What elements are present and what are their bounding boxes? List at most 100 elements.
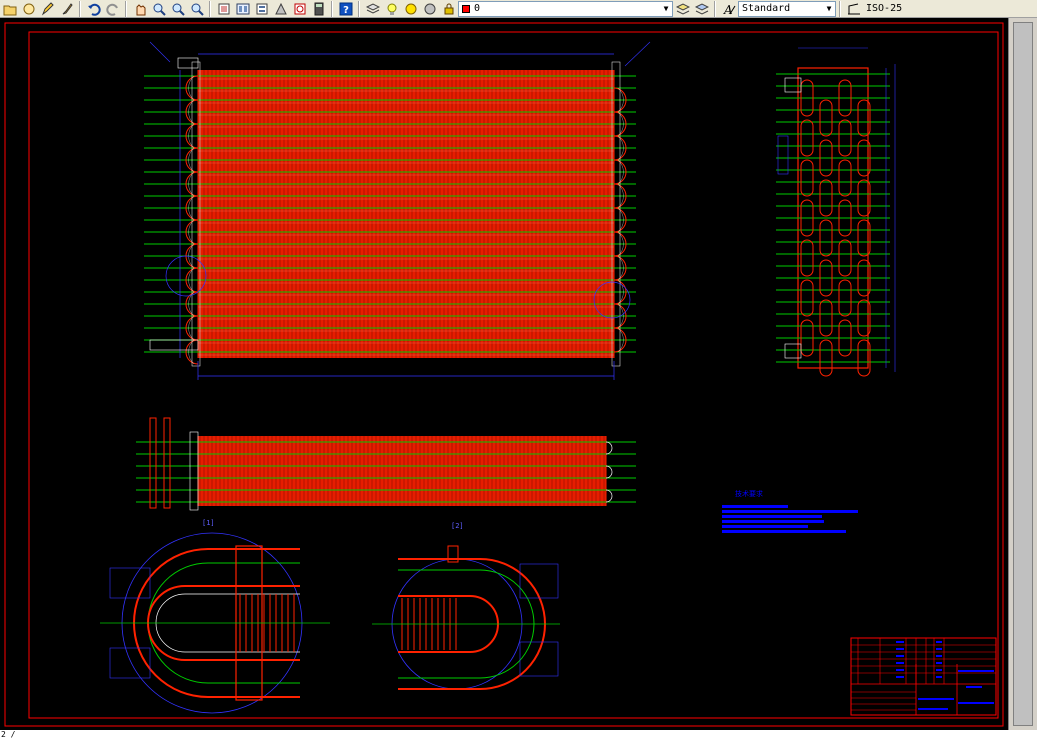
markup-icon[interactable] [272,1,289,17]
dim-style-icon[interactable] [845,1,862,17]
pencil-icon[interactable] [39,1,56,17]
chevron-down-icon[interactable]: ▼ [823,4,835,13]
title-cell-text [896,641,904,643]
tube-oval [838,239,852,277]
plan-bend [605,465,613,479]
title-cell-text [896,669,904,671]
title-text-bar [958,702,994,704]
make-layer-current-icon[interactable] [674,1,691,17]
note-line [722,520,824,523]
detail-dim-box [109,567,151,599]
undo-icon[interactable] [85,1,102,17]
note-line [722,515,822,518]
detail-views [100,532,560,714]
technical-notes: 技术要求 [722,489,858,533]
tube-oval [838,119,852,157]
plan-header [163,417,171,509]
layer-color-swatch [462,4,470,13]
tube-oval [838,279,852,317]
layer-combo-value: 0 [474,3,481,14]
redo-icon[interactable] [104,1,121,17]
title-cell-text [896,655,904,657]
properties-icon[interactable] [215,1,232,17]
layer-viewport-icon[interactable] [421,1,438,17]
svg-text:A: A [723,3,733,16]
title-text-bar [918,698,954,700]
leader-line [149,41,171,63]
toolbar-separator [714,0,716,17]
tool-palettes-icon[interactable] [253,1,270,17]
section-label-right: [2] [451,522,464,530]
layer-manager-icon[interactable] [364,1,381,17]
svg-text:?: ? [343,5,349,16]
layer-combo[interactable]: 0 ▼ [458,0,673,17]
section-label-left: [1] [202,519,215,527]
design-center-icon[interactable] [234,1,251,17]
inlet-pipe [149,339,199,351]
notes-title: 技术要求 [735,489,763,498]
calculator-icon[interactable] [291,1,308,17]
front-view [144,41,651,380]
text-style-combo[interactable]: Standard ▼ [738,0,836,17]
tube-oval [819,339,833,377]
drawing-svg: 技术要求 [1] [2] [4,22,1004,727]
side-bracket [777,135,789,175]
scroll-thumb[interactable] [1013,22,1033,726]
plan-bend [605,489,613,503]
layer-on-icon[interactable] [383,1,400,17]
title-block [850,637,997,716]
help-icon[interactable]: ? [337,1,354,17]
dim-style-combo[interactable]: ISO-25 [863,1,908,17]
title-text-bar [966,686,982,688]
zoom-previous-icon[interactable] [188,1,205,17]
vertical-scrollbar[interactable] [1008,18,1037,730]
tube-oval [819,99,833,137]
calc-icon[interactable] [310,1,327,17]
tube-oval [800,239,814,277]
toolbar-separator [125,0,127,17]
layer-freeze-icon[interactable] [402,1,419,17]
open-icon[interactable] [1,1,18,17]
tube-oval [800,159,814,197]
side-view [776,47,896,377]
title-cell-text [896,648,904,650]
plan-header [149,417,157,509]
pan-realtime-icon[interactable] [131,1,148,17]
leader-line [624,41,651,67]
text-style-icon[interactable]: A [720,1,737,17]
pan-icon[interactable] [20,1,37,17]
tube-oval [819,299,833,337]
note-line [722,525,808,528]
outlet-pipe [177,57,199,69]
tube-oval [819,179,833,217]
toolbar-separator [209,0,211,17]
layer-lock-icon[interactable] [440,1,457,17]
tube-oval [800,119,814,157]
tube-oval [819,219,833,257]
brush-icon[interactable] [58,1,75,17]
command-line-text: 2 / [1,730,16,739]
detail-dim-box-r [519,563,559,599]
title-cell-text [896,662,904,664]
detail-dim-box [109,647,151,679]
title-cell-text [936,676,942,678]
note-line [722,530,846,533]
text-style-value: Standard [742,3,791,14]
plan-bend [605,441,613,455]
toolbar-separator [358,0,360,17]
layer-previous-icon[interactable] [693,1,710,17]
toolbar-separator [331,0,333,17]
drawing-canvas[interactable]: 技术要求 [1] [2] [0,18,1008,730]
toolbar-separator [839,0,841,17]
toolbar-separator [79,0,81,17]
title-cell-text [896,676,904,678]
zoom-window-icon[interactable] [169,1,186,17]
command-line[interactable]: 2 / [0,730,1037,739]
chevron-down-icon[interactable]: ▼ [660,4,672,13]
standard-toolbar: ? 0 ▼ A Standard ▼ ISO-25 [0,0,1037,18]
title-cell-text [936,648,942,650]
zoom-realtime-icon[interactable] [150,1,167,17]
title-text-bar [958,670,994,672]
bottom-view [136,417,636,511]
title-cell-text [936,655,942,657]
